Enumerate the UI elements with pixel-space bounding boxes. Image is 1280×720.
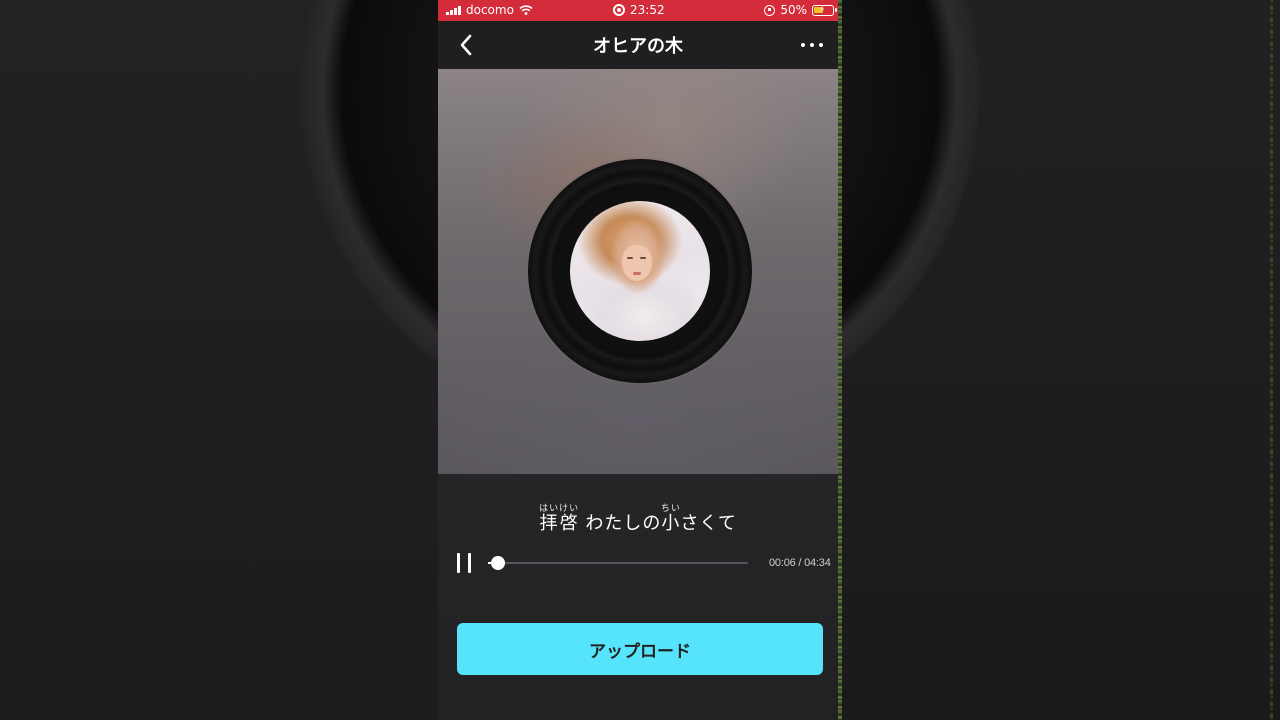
screen-recording-icon <box>613 4 625 16</box>
status-right: 50% ⚡ <box>764 3 837 17</box>
ellipsis-icon <box>819 43 823 47</box>
back-button[interactable] <box>452 31 480 59</box>
status-center: 23:52 <box>613 3 665 17</box>
cover-eye <box>640 257 646 259</box>
progress-knob[interactable] <box>490 556 505 570</box>
pause-icon <box>468 553 471 573</box>
lyric-ruby: ちい <box>660 504 681 514</box>
wifi-icon <box>519 5 533 15</box>
clock: 23:52 <box>630 3 665 17</box>
ellipsis-icon <box>801 43 805 47</box>
album-cover-image <box>570 201 710 341</box>
player-controls: 00:06 / 04:34 <box>438 548 838 578</box>
phone-screen: docomo 23:52 50% ⚡ オヒアの木 拝啓はいけい わたしの小ちいさ… <box>438 0 838 720</box>
lyric-text: さくて <box>680 513 737 534</box>
cover-eye <box>627 257 633 259</box>
chevron-left-icon <box>460 34 472 56</box>
more-options-button[interactable] <box>796 31 828 59</box>
lyrics-line: 拝啓はいけい わたしの小ちいさくて <box>438 504 838 535</box>
charging-bolt-icon: ⚡ <box>819 4 826 15</box>
song-title: オヒアの木 <box>593 36 683 57</box>
lyric-text: わたしの <box>578 513 662 534</box>
signal-icon <box>446 5 461 15</box>
time-display: 00:06 / 04:34 <box>769 557 831 569</box>
carrier-label: docomo <box>466 3 514 17</box>
ellipsis-icon <box>810 43 814 47</box>
cover-lip <box>633 272 641 275</box>
pause-button[interactable] <box>456 553 474 573</box>
lyric-text: 拝啓 <box>539 513 580 534</box>
pause-icon <box>457 553 460 573</box>
lyric-segment: 小ちい <box>660 504 681 534</box>
lyric-text: 小 <box>660 513 681 534</box>
lyric-segment: 拝啓はいけい <box>539 504 580 534</box>
cover-face <box>622 245 652 281</box>
edge-artifact-right <box>1270 0 1273 720</box>
orientation-lock-icon <box>764 4 776 16</box>
battery-icon: ⚡ <box>812 4 837 16</box>
status-left: docomo <box>446 3 533 17</box>
album-art-backdrop <box>438 69 838 474</box>
current-lyric: 拝啓はいけい わたしの小ちいさくて <box>438 504 838 535</box>
edge-artifact <box>838 0 842 720</box>
upload-button[interactable]: アップロード <box>457 623 823 675</box>
nav-bar: オヒアの木 <box>438 21 838 69</box>
vinyl-record <box>528 159 752 383</box>
status-bar: docomo 23:52 50% ⚡ <box>438 0 838 21</box>
progress-slider[interactable] <box>488 556 748 570</box>
screen: docomo 23:52 50% ⚡ オヒアの木 拝啓はいけい わたしの小ちいさ… <box>0 0 1280 720</box>
battery-percent: 50% <box>780 3 807 17</box>
lyric-ruby: はいけい <box>539 504 580 514</box>
